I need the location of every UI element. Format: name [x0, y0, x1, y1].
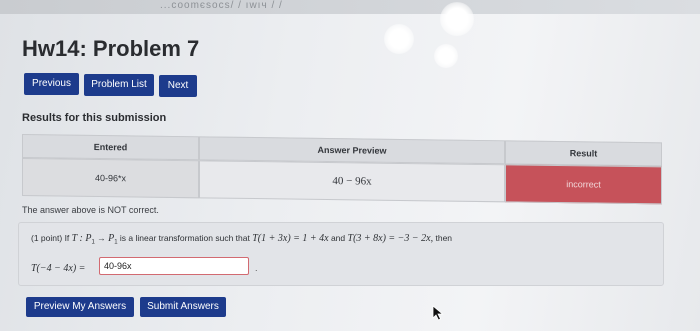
problem-list-button[interactable]: Problem List: [84, 74, 154, 96]
points-label: (1 point): [31, 233, 63, 243]
preview-answers-button[interactable]: Preview My Answers: [26, 297, 134, 317]
feedback-message: The answer above is NOT correct.: [22, 205, 159, 215]
description-text: is a linear transformation such that: [119, 233, 250, 243]
page-title: Hw14: Problem 7: [22, 36, 200, 61]
answer-label: T(−4 − 4x) =: [31, 263, 86, 274]
column-header-result: Result: [505, 140, 662, 167]
equation-one: T(1 + 3x) = 1 + 4x: [252, 233, 329, 244]
entered-cell: 40-96*x: [22, 158, 199, 199]
browser-top-strip: ...сооmєsocs/ / ıwıч / /: [0, 0, 700, 14]
submit-answers-button[interactable]: Submit Answers: [140, 297, 226, 317]
light-glare: [440, 2, 474, 36]
results-table: Entered Answer Preview Result 40-96*x 40…: [22, 134, 662, 205]
transform-name: T : P: [71, 233, 92, 244]
light-glare: [384, 24, 414, 54]
results-heading: Results for this submission: [22, 112, 167, 124]
answer-preview-cell: 40 − 96x: [199, 160, 505, 203]
mouse-pointer-icon: [432, 305, 444, 326]
next-button[interactable]: Next: [159, 75, 197, 97]
then-word: then: [435, 233, 453, 243]
answer-input[interactable]: [99, 257, 249, 275]
answer-trailing-period: .: [255, 263, 258, 273]
and-word: and: [330, 233, 346, 243]
result-cell-incorrect: incorrect: [505, 164, 662, 205]
arrow-symbol: →: [97, 233, 106, 243]
light-glare: [434, 44, 458, 68]
url-fragment: ...сооmєsocs/ / ıwıч / /: [160, 0, 283, 11]
if-word: If: [64, 233, 70, 243]
problem-statement-box: (1 point) If T : P1 → P1 is a linear tra…: [18, 222, 664, 286]
previous-button[interactable]: Previous: [24, 73, 79, 95]
equation-two: T(3 + 8x) = −3 − 2x,: [347, 233, 434, 244]
webwork-page: ...сооmєsocs/ / ıwıч / / Hw14: Problem 7…: [0, 0, 700, 331]
column-header-entered: Entered: [22, 134, 199, 161]
problem-text: (1 point) If T : P1 → P1 is a linear tra…: [31, 233, 453, 246]
